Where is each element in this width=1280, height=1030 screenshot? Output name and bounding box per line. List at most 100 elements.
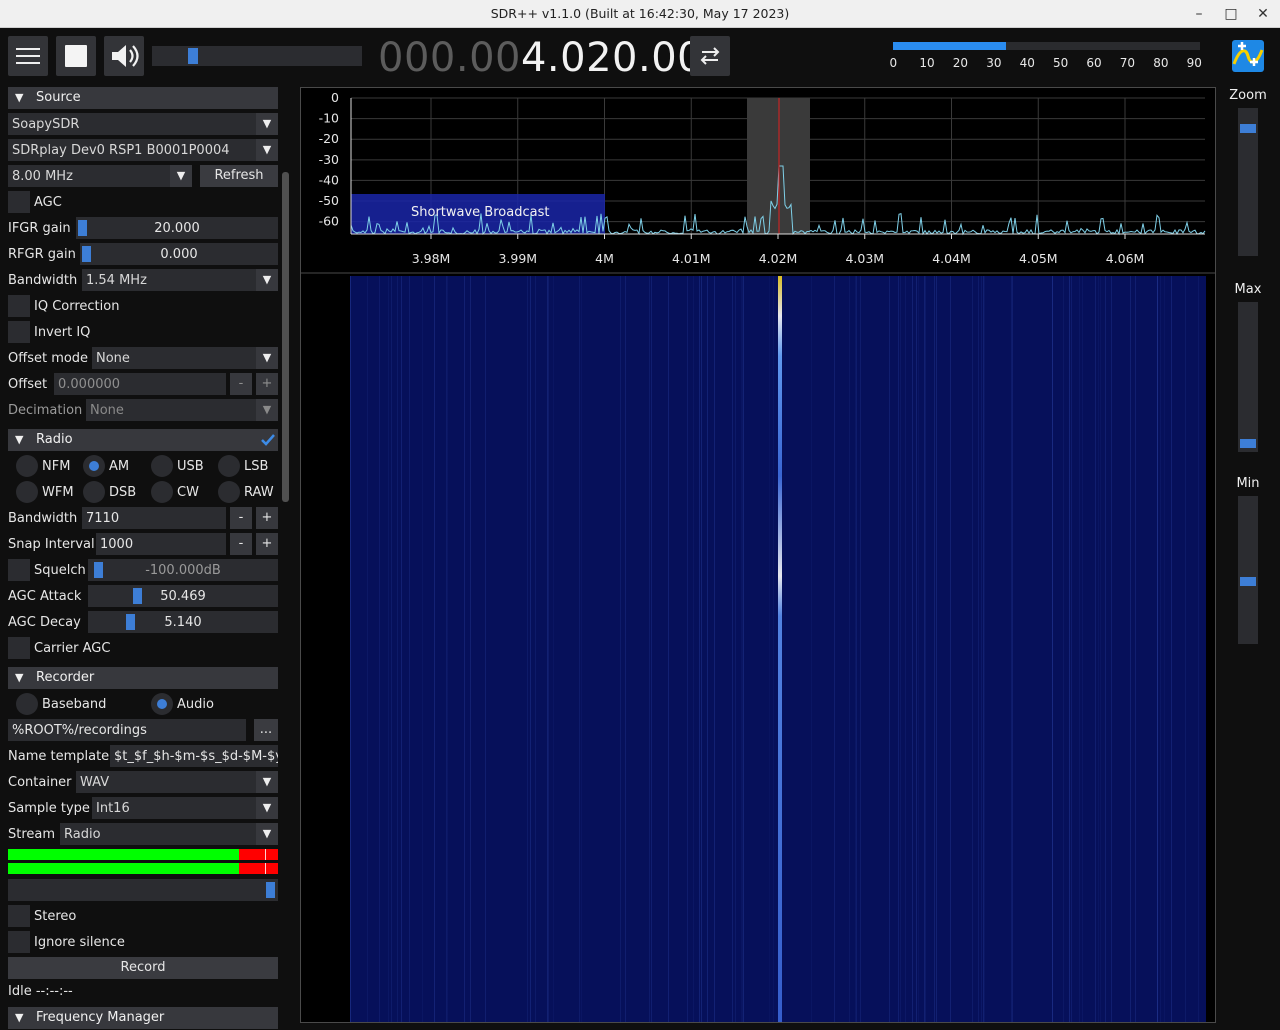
agc-decay-slider[interactable]: 5.140: [88, 611, 278, 633]
tuning-mode-button[interactable]: [690, 36, 730, 76]
mode-radio-nfm[interactable]: [16, 455, 38, 477]
db-axis-label: -50: [319, 193, 339, 208]
enabled-checkmark-icon[interactable]: [260, 432, 276, 448]
source-header[interactable]: ▼ Source: [8, 87, 278, 109]
frequency-manager-header[interactable]: ▼ Frequency Manager: [8, 1007, 278, 1029]
waterfall-signal-trace: [778, 276, 782, 1022]
menu-button[interactable]: [8, 36, 48, 76]
stream-select[interactable]: Radio ▼: [60, 823, 278, 845]
decimation-select[interactable]: None ▼: [86, 399, 278, 421]
volume-slider[interactable]: [152, 46, 362, 66]
min-slider[interactable]: [1238, 496, 1258, 644]
mode-radio-raw[interactable]: [218, 481, 240, 503]
mode-radio-dsb[interactable]: [83, 481, 105, 503]
source-type-select[interactable]: SoapySDR ▼: [8, 113, 278, 135]
snap-interval-input[interactable]: 1000: [96, 533, 226, 555]
device-select[interactable]: SDRplay Dev0 RSP1 B0001P0004 ▼: [8, 139, 278, 161]
stream-label: Stream: [8, 827, 56, 842]
iq-correction-checkbox[interactable]: [8, 295, 30, 317]
squelch-slider[interactable]: -100.000dB: [88, 559, 278, 581]
stereo-checkbox[interactable]: [8, 905, 30, 927]
maximize-icon[interactable]: □: [1218, 2, 1244, 26]
refresh-button[interactable]: Refresh: [200, 165, 278, 187]
volume-slider-grab[interactable]: [188, 48, 198, 64]
collapse-triangle-icon: ▼: [15, 1011, 24, 1024]
mode-radio-usb[interactable]: [151, 455, 173, 477]
ignore-silence-checkbox[interactable]: [8, 931, 30, 953]
squelch-checkbox[interactable]: [8, 559, 30, 581]
frequency-axis-label: 4.01M: [672, 251, 711, 266]
waterfall-display[interactable]: [350, 276, 1206, 1022]
sdrpp-logo-icon[interactable]: [1232, 40, 1264, 72]
chevron-down-icon: ▼: [256, 113, 278, 135]
close-icon[interactable]: ✕: [1250, 2, 1276, 26]
frequency-leading-digits[interactable]: 000.00: [378, 35, 521, 81]
carrier-agc-checkbox[interactable]: [8, 637, 30, 659]
fft-spectrum[interactable]: 0 -10 -20 -30 -40 -50 -60 3.98M 3.99M 4M 4.01M 4.02…: [301, 88, 1215, 274]
source-bandwidth-value: 1.54 MHz: [86, 273, 147, 288]
agc-attack-slider[interactable]: 50.469: [88, 585, 278, 607]
source-header-label: Source: [36, 90, 81, 105]
decimation-value: None: [90, 403, 124, 418]
recorder-header[interactable]: ▼ Recorder: [8, 667, 278, 689]
agc-checkbox[interactable]: [8, 191, 30, 213]
stop-icon: [65, 45, 87, 67]
frequency-display[interactable]: 000.004.020.000: [378, 38, 729, 78]
frequency-axis-label: 4.02M: [759, 251, 798, 266]
device-value: SDRplay Dev0 RSP1 B0001P0004: [12, 143, 230, 158]
frequency-axis-label: 3.99M: [498, 251, 537, 266]
recording-path-input[interactable]: %ROOT%/recordings: [8, 719, 246, 741]
chevron-down-icon: ▼: [256, 399, 278, 421]
sample-type-select[interactable]: Int16 ▼: [92, 797, 278, 819]
mode-radio-cw[interactable]: [151, 481, 173, 503]
baseband-radio[interactable]: [16, 693, 38, 715]
container-select[interactable]: WAV ▼: [76, 771, 278, 793]
mute-button[interactable]: [104, 36, 144, 76]
snr-meter-fill: [893, 42, 1006, 50]
snap-minus-button[interactable]: -: [230, 533, 252, 555]
ifgr-gain-slider[interactable]: 20.000: [76, 217, 278, 239]
offset-plus-button[interactable]: +: [256, 373, 278, 395]
name-template-input[interactable]: $t_$f_$h-$m-$s_$d-$M-$y: [110, 745, 278, 767]
chevron-down-icon: ▼: [256, 797, 278, 819]
rfgr-gain-slider[interactable]: 0.000: [80, 243, 278, 265]
bandwidth-minus-button[interactable]: -: [230, 507, 252, 529]
recorder-volume-slider[interactable]: [8, 879, 278, 901]
side-menu-scrollbar[interactable]: [282, 172, 289, 502]
recorder-header-label: Recorder: [36, 670, 95, 685]
bandwidth-plus-button[interactable]: +: [256, 507, 278, 529]
max-slider[interactable]: [1238, 302, 1258, 452]
min-label: Min: [1236, 476, 1260, 491]
offset-input[interactable]: 0.000000: [54, 373, 226, 395]
record-button[interactable]: Record: [8, 957, 278, 979]
snr-scale-tick-label: 10: [919, 56, 935, 70]
radio-bandwidth-input[interactable]: 7110: [82, 507, 226, 529]
zoom-slider[interactable]: [1238, 108, 1258, 256]
decimation-label: Decimation: [8, 403, 83, 418]
mode-radio-lsb[interactable]: [218, 455, 240, 477]
snr-scale-tick-label: 20: [952, 56, 969, 70]
spectrum-waterfall-view[interactable]: 0 -10 -20 -30 -40 -50 -60 3.98M 3.99M 4M 4.01M 4.02…: [300, 87, 1216, 1023]
invert-iq-checkbox[interactable]: [8, 321, 30, 343]
minimize-icon[interactable]: –: [1186, 2, 1212, 26]
snr-scale-tick-label: 40: [1019, 56, 1035, 70]
collapse-triangle-icon: ▼: [15, 433, 24, 446]
snr-scale-tick-label: 0: [889, 56, 898, 70]
radio-header[interactable]: ▼ Radio: [8, 429, 278, 451]
mode-radio-wfm[interactable]: [16, 481, 38, 503]
audio-level-meter-right: [8, 863, 278, 874]
chevron-down-icon: ▼: [170, 165, 192, 187]
snr-scale-tick-label: 50: [1053, 56, 1069, 70]
offset-minus-button[interactable]: -: [230, 373, 252, 395]
sample-rate-select[interactable]: 8.00 MHz ▼: [8, 165, 192, 187]
stop-button[interactable]: [56, 36, 96, 76]
source-bandwidth-select[interactable]: 1.54 MHz ▼: [82, 269, 278, 291]
offset-mode-select[interactable]: None ▼: [92, 347, 278, 369]
audio-radio[interactable]: [151, 693, 173, 715]
offset-mode-value: None: [96, 351, 130, 366]
stereo-label: Stereo: [34, 909, 77, 924]
mode-radio-am[interactable]: [83, 455, 105, 477]
frequency-axis-label: 4.04M: [932, 251, 971, 266]
browse-button[interactable]: ...: [254, 719, 278, 741]
snap-plus-button[interactable]: +: [256, 533, 278, 555]
